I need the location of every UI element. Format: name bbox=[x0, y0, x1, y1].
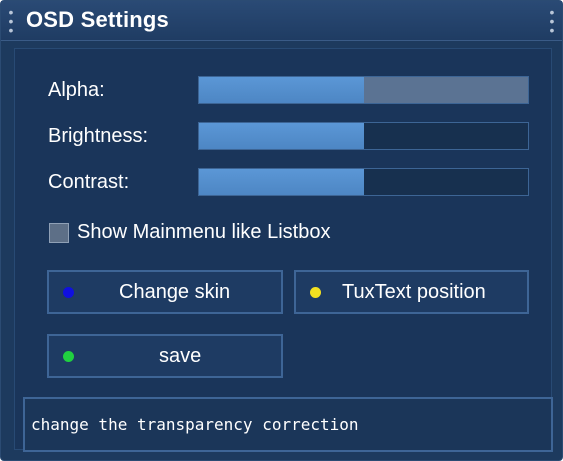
settings-panel bbox=[14, 48, 552, 450]
brightness-slider[interactable] bbox=[198, 122, 529, 150]
alpha-label: Alpha: bbox=[48, 79, 105, 101]
window-title: OSD Settings bbox=[26, 7, 169, 32]
tuxtext-position-label: TuxText position bbox=[342, 281, 486, 303]
change-skin-label: Change skin bbox=[119, 281, 231, 303]
green-dot-icon bbox=[63, 351, 74, 362]
save-label: save bbox=[159, 345, 202, 367]
help-text: change the transparency correction bbox=[31, 415, 359, 434]
show-mainmenu-label[interactable]: Show Mainmenu like Listbox bbox=[77, 221, 330, 244]
contrast-label: Contrast: bbox=[48, 171, 130, 193]
help-status-bar: change the transparency correction bbox=[23, 397, 553, 452]
change-skin-button[interactable]: Change skin bbox=[47, 270, 283, 314]
corner-ornament-right-icon: • • • bbox=[549, 4, 555, 38]
corner-ornament-left-icon: • • • bbox=[8, 4, 14, 38]
show-mainmenu-checkbox[interactable] bbox=[49, 223, 69, 243]
alpha-slider-remainder bbox=[363, 77, 528, 103]
tuxtext-position-button[interactable]: TuxText position bbox=[294, 270, 529, 314]
title-bar: • • • OSD Settings • • • bbox=[1, 1, 562, 41]
yellow-dot-icon bbox=[310, 287, 321, 298]
osd-settings-window: • • • OSD Settings • • • Alpha: Brightness: … bbox=[0, 0, 563, 461]
contrast-slider-fill bbox=[199, 169, 364, 195]
brightness-label: Brightness: bbox=[48, 125, 149, 147]
alpha-slider[interactable] bbox=[198, 76, 529, 104]
alpha-slider-fill bbox=[199, 77, 364, 103]
contrast-slider[interactable] bbox=[198, 168, 529, 196]
save-button[interactable]: save bbox=[47, 334, 283, 378]
blue-dot-icon bbox=[63, 287, 74, 298]
brightness-slider-fill bbox=[199, 123, 364, 149]
